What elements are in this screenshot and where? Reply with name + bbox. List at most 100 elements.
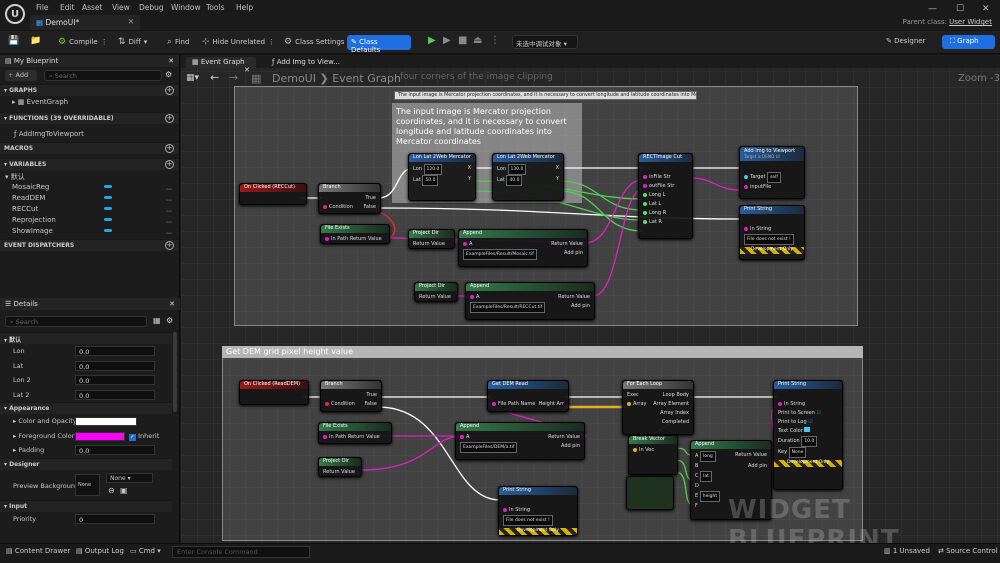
pin-icon	[325, 236, 329, 241]
pin-icon	[744, 174, 748, 179]
pin-label: Lat L	[649, 201, 662, 207]
cmd-button[interactable]: ▭ Cmd ▾	[130, 547, 161, 555]
file-exists-node[interactable]: File Exists In Path Return Value	[320, 224, 390, 244]
project-dir-node-3[interactable]: Project Dir Return Value	[318, 457, 362, 477]
pin-label: F	[695, 503, 698, 509]
node-title: Append	[466, 283, 594, 291]
drawer-icon: ▤	[6, 547, 15, 555]
add-pin-button[interactable]: Add pin	[571, 302, 590, 311]
node-title: On Clicked (ReadDEM)	[240, 381, 308, 389]
pin-label: Return Value	[349, 236, 382, 242]
string-input[interactable]: height	[699, 491, 721, 502]
pin-icon	[643, 210, 647, 215]
break-vector-node[interactable]: Break Vector In Vec	[628, 435, 678, 475]
source-control-button[interactable]: ⇄ Source Control	[938, 547, 998, 555]
unsaved-icon: ▥	[884, 547, 893, 555]
add-img-viewport-node[interactable]: Add Img to Viewport Target is DEMO UI Targ…	[739, 146, 805, 199]
pin-label: Return Value	[551, 241, 583, 247]
string-input[interactable]: lat	[700, 471, 712, 482]
lonlat-node-2[interactable]: Lon Lat 2Web Mercator Lon 130.0 X Lat 40.0 Y	[492, 153, 564, 201]
string-input[interactable]: long	[700, 451, 716, 462]
lonlat-node-1[interactable]: Lon Lat 2Web Mercator Lon 120.0 X Lat 50.0 Y	[408, 153, 476, 201]
pin-label: Array Element	[653, 401, 689, 407]
pin-label: Print to Log	[778, 419, 807, 425]
pin-label: Array Index	[660, 410, 689, 416]
pin-label: Key	[778, 449, 788, 455]
string-input[interactable]: File does not exist !	[503, 515, 553, 526]
pin-label: Loop Body	[662, 392, 689, 398]
on-clicked-reccut-node[interactable]: On Clicked (RECCut)	[239, 183, 307, 205]
pin-label: Return Value	[347, 434, 380, 440]
content-drawer-label: Content Drawer	[14, 547, 71, 555]
file-exists-node-2[interactable]: File Exists In Path Return Value	[318, 422, 392, 444]
pin-label: Height Arr	[538, 401, 564, 407]
node-title: Lon Lat 2Web Mercator	[493, 154, 563, 162]
pin-label: inFile Str	[649, 174, 671, 180]
pin-label: Y	[467, 176, 471, 182]
print-string-node-2[interactable]: Print String In String Print to Screen ☑ Pr…	[773, 380, 843, 490]
pin-label: Return Value	[558, 294, 590, 300]
pin-label: Array	[633, 401, 647, 407]
print-string-node-1[interactable]: Print String In String File does not exist…	[739, 205, 805, 260]
path-input[interactable]: ExampleFiles/Result/Mosaic.tif	[463, 249, 537, 260]
branch-node-2[interactable]: Branch True Condition False	[320, 380, 382, 412]
add-pin-button[interactable]: Add pin	[564, 249, 583, 258]
path-input[interactable]: ExampleFiles/DEM/a.tif	[460, 442, 518, 453]
append-node-1[interactable]: Append A Return Value ExampleFiles/Result/M…	[458, 229, 588, 267]
pin-label: True	[366, 392, 377, 398]
node-title: Project Dir	[319, 458, 361, 466]
node-title: For Each Loop	[623, 381, 693, 389]
for-each-loop-node[interactable]: For Each Loop Exec Loop Body Array Array Ele…	[622, 380, 694, 435]
console-input[interactable]: Enter Console Command	[172, 546, 310, 558]
add-pin-button[interactable]: Add pin	[748, 462, 767, 471]
pin-label: A	[466, 434, 470, 440]
key-input[interactable]: None	[788, 447, 807, 458]
source-control-label: Source Control	[946, 547, 998, 555]
node-title: Append	[456, 423, 584, 431]
rect-image-cut-node[interactable]: RECTImage Cut inFile Str outFile Str Long L…	[638, 153, 693, 239]
lon-input[interactable]: 120.0	[423, 164, 443, 175]
target-input[interactable]: self	[767, 172, 782, 183]
node-title: Branch	[321, 381, 381, 389]
path-input[interactable]: ExampleFiles/Result/RECCut.tif	[470, 302, 546, 313]
pin-label: Return Value	[323, 469, 355, 475]
project-dir-node-2[interactable]: Project Dir Return Value	[414, 282, 458, 302]
duration-input[interactable]: 10.0	[801, 436, 818, 447]
output-log-button[interactable]: ▤ Output Log	[76, 547, 124, 555]
pin-label: D	[695, 483, 699, 489]
get-dem-read-node[interactable]: Get DEM Read File Path Name Height Arr	[487, 380, 569, 412]
pin-label: E	[695, 493, 699, 499]
color-swatch[interactable]	[804, 427, 811, 432]
content-drawer-button[interactable]: ▤ Content Drawer	[6, 547, 70, 555]
print-string-node-3[interactable]: Print String In String File does not exist…	[498, 486, 578, 536]
branch-node[interactable]: Branch True Condition False	[318, 183, 381, 214]
node-title: Lon Lat 2Web Mercator	[409, 154, 475, 162]
lat-input[interactable]: 40.0	[506, 175, 523, 186]
lon-input[interactable]: 130.0	[507, 164, 527, 175]
on-clicked-readdem-node[interactable]: On Clicked (ReadDEM)	[239, 380, 309, 405]
lat-input[interactable]: 50.0	[422, 175, 439, 186]
string-input[interactable]: File does not exist !	[744, 234, 794, 245]
pin-label: inputFile	[750, 184, 772, 190]
append-node-2[interactable]: Append A Return Value ExampleFiles/Result/R…	[465, 282, 595, 320]
reroute-float-nodes[interactable]	[626, 476, 674, 510]
node-subtitle: Target is DEMO UI	[744, 154, 780, 159]
pin-label: Lat	[497, 177, 505, 183]
checkbox-icon[interactable]: ☑	[816, 410, 820, 416]
pin-label: Return Value	[735, 452, 767, 458]
pin-icon	[503, 507, 507, 512]
pin-label: Print to Screen	[778, 410, 815, 416]
development-only-banner: Development Only	[740, 247, 804, 254]
unsaved-button[interactable]: ▥ 1 Unsaved	[884, 547, 930, 555]
project-dir-node[interactable]: Project Dir Return Value	[408, 229, 455, 249]
data-wire	[584, 179, 643, 244]
pin-label: Lon	[497, 166, 506, 172]
pin-icon	[627, 401, 631, 406]
pin-label: In Path	[331, 236, 349, 242]
pin-label: In String	[509, 507, 531, 513]
pin-label: False	[364, 401, 377, 407]
append-node-3[interactable]: Append A Return Value ExampleFiles/DEM/a.ti…	[455, 422, 585, 460]
checkbox-icon[interactable]: ☑	[808, 419, 812, 425]
add-pin-button[interactable]: Add pin	[561, 442, 580, 451]
output-log-label: Output Log	[84, 547, 124, 555]
